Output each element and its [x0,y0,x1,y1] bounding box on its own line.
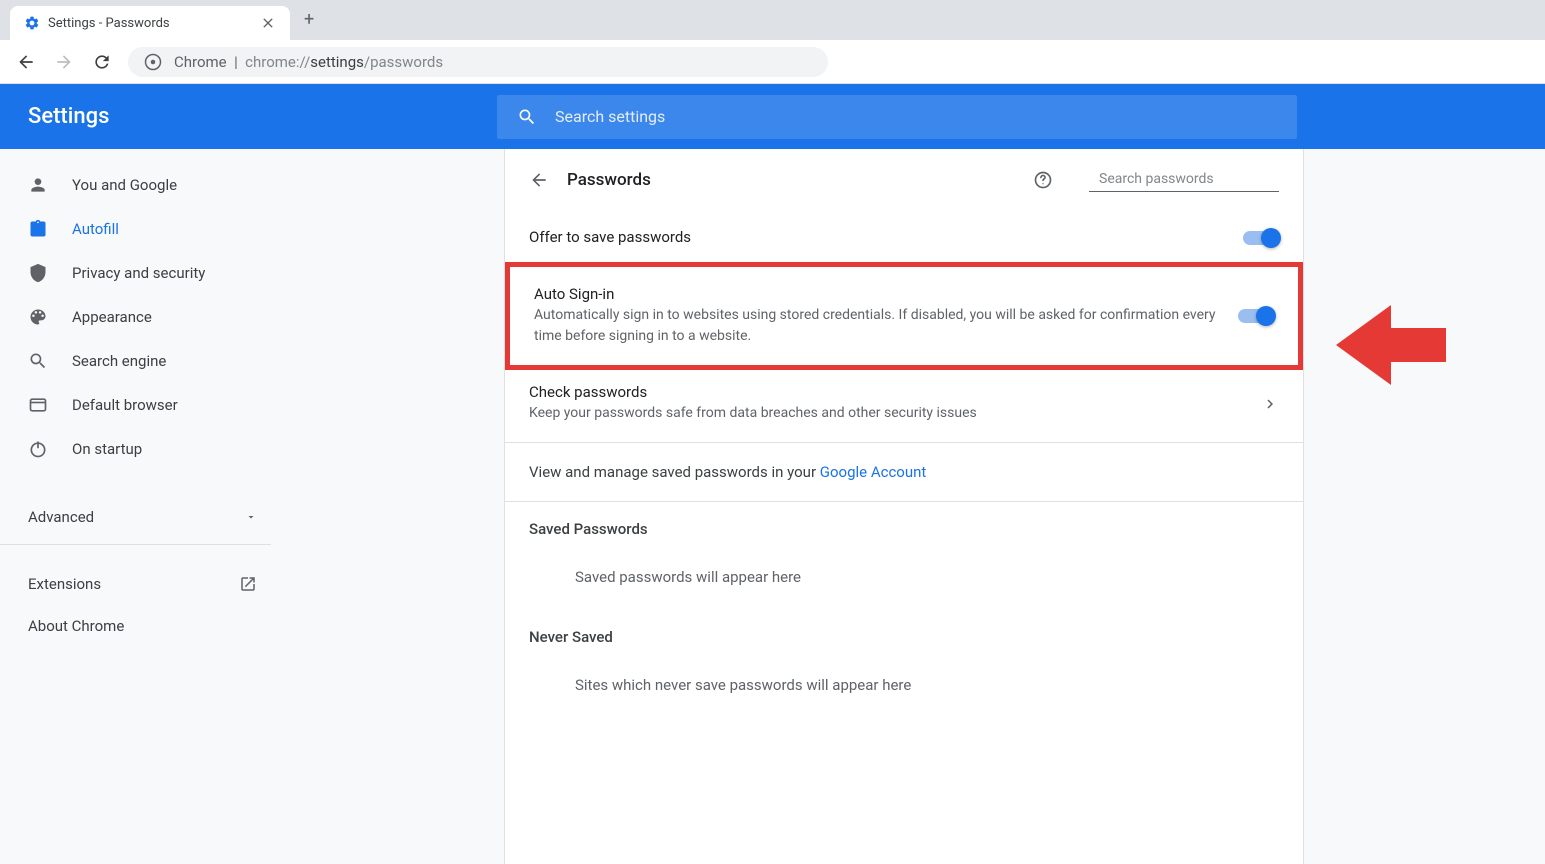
auto-signin-row: Auto Sign-in Automatically sign in to we… [505,262,1303,370]
back-arrow-icon[interactable] [529,170,549,190]
sidebar-item-default-browser[interactable]: Default browser [0,383,291,427]
power-icon [28,439,48,459]
sidebar-label: Appearance [72,308,152,326]
site-info-icon [144,53,162,71]
saved-passwords-header: Saved Passwords [505,502,1303,556]
saved-passwords-empty: Saved passwords will appear here [505,556,1303,610]
sidebar-item-advanced[interactable]: Advanced [0,496,291,538]
browser-tab[interactable]: Settings - Passwords [10,6,290,40]
auto-signin-toggle[interactable] [1238,309,1274,323]
person-icon [28,175,48,195]
sidebar-item-extensions[interactable]: Extensions [0,563,291,605]
auto-signin-desc: Automatically sign in to websites using … [534,305,1238,347]
app-header: Settings [0,84,1545,149]
palette-icon [28,307,48,327]
toolbar: Chrome | chrome://settings/passwords [0,40,1545,84]
back-button[interactable] [14,50,38,74]
sidebar-item-autofill[interactable]: Autofill [0,207,291,251]
open-external-icon [239,575,257,593]
sidebar-label: Advanced [28,508,94,526]
never-saved-header: Never Saved [505,610,1303,664]
sidebar-item-search-engine[interactable]: Search engine [0,339,291,383]
view-manage-row: View and manage saved passwords in your … [505,443,1303,502]
check-passwords-row[interactable]: Check passwords Keep your passwords safe… [505,365,1303,443]
sidebar-label: Default browser [72,396,178,414]
search-passwords-input[interactable] [1099,171,1277,187]
sidebar-item-appearance[interactable]: Appearance [0,295,291,339]
tab-bar: Settings - Passwords + [0,0,1545,40]
sidebar-item-startup[interactable]: On startup [0,427,291,471]
address-origin: Chrome | chrome://settings/passwords [174,53,443,71]
auto-signin-title: Auto Sign-in [534,285,1238,303]
app-title: Settings [28,104,109,129]
search-settings-input[interactable] [555,107,1277,126]
content-area: Passwords Offer to save passwords Auto S… [292,149,1545,864]
check-passwords-title: Check passwords [529,383,1261,401]
search-icon [517,107,537,127]
sidebar-label: Privacy and security [72,264,205,282]
sidebar-label: Search engine [72,352,166,370]
shield-icon [28,263,48,283]
reload-button[interactable] [90,50,114,74]
sidebar-label: Extensions [28,575,101,593]
offer-save-row: Offer to save passwords [505,210,1303,267]
clipboard-icon [28,219,48,239]
forward-button[interactable] [52,50,76,74]
sidebar-label: About Chrome [28,617,124,635]
chevron-right-icon [1261,395,1279,413]
offer-save-title: Offer to save passwords [529,228,1243,246]
sidebar: You and Google Autofill Privacy and secu… [0,149,292,864]
view-manage-text: View and manage saved passwords in your [529,463,820,481]
sidebar-label: Autofill [72,220,119,238]
search-settings-box[interactable] [497,95,1297,139]
never-saved-empty: Sites which never save passwords will ap… [505,664,1303,718]
new-tab-button[interactable]: + [290,0,328,40]
sidebar-item-privacy[interactable]: Privacy and security [0,251,291,295]
sidebar-item-about[interactable]: About Chrome [0,605,291,647]
annotation-arrow-icon [1336,300,1446,390]
check-passwords-desc: Keep your passwords safe from data breac… [529,403,1261,424]
gear-icon [24,15,40,31]
sidebar-label: On startup [72,440,142,458]
page-title: Passwords [567,170,651,190]
search-passwords-box[interactable] [1089,167,1279,192]
chevron-down-icon [245,511,257,523]
tab-title: Settings - Passwords [48,16,170,31]
offer-save-toggle[interactable] [1243,231,1279,245]
google-account-link[interactable]: Google Account [820,463,927,481]
address-bar[interactable]: Chrome | chrome://settings/passwords [128,47,828,77]
sidebar-label: You and Google [72,176,177,194]
page-header: Passwords [505,149,1303,210]
browser-icon [28,395,48,415]
search-icon [28,351,48,371]
help-icon[interactable] [1033,170,1053,190]
sidebar-item-you-google[interactable]: You and Google [0,163,291,207]
close-icon[interactable] [260,15,276,31]
